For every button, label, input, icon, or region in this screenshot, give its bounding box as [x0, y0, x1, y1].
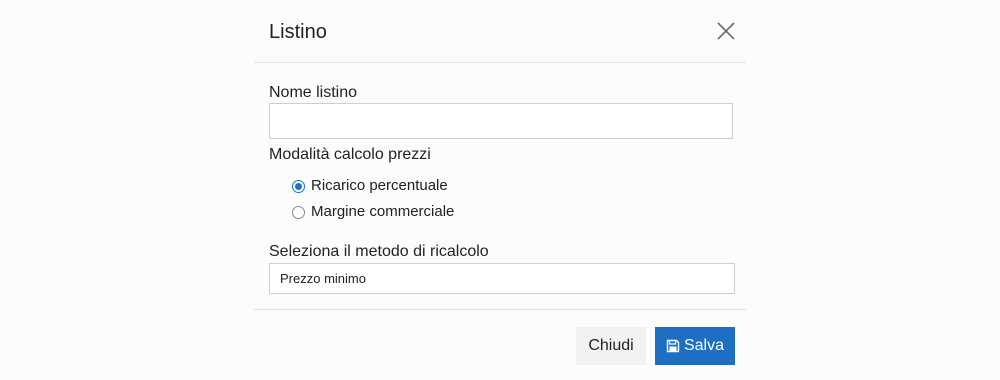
- listino-dialog: Listino Nome listino Modalità calcolo pr…: [254, 0, 746, 380]
- footer-divider: [254, 309, 746, 310]
- radio-button[interactable]: [292, 205, 305, 219]
- save-button[interactable]: Salva: [655, 327, 735, 365]
- save-label: Salva: [683, 337, 725, 354]
- recalc-label: Seleziona il metodo di ricalcolo: [269, 243, 489, 260]
- mode-label: Modalità calcolo prezzi: [269, 146, 431, 163]
- floppy-disk-icon: [666, 339, 680, 353]
- name-label: Nome listino: [269, 84, 358, 101]
- dialog-title: Listino: [269, 21, 327, 43]
- radio-ricarico-percentuale[interactable]: Ricarico percentuale: [292, 176, 448, 196]
- close-button[interactable]: Chiudi: [576, 327, 646, 365]
- close-icon[interactable]: [715, 20, 737, 42]
- radio-button-checked[interactable]: [292, 179, 305, 193]
- radio-label: Ricarico percentuale: [311, 177, 448, 194]
- recalc-method-select[interactable]: Prezzo minimo: [269, 263, 735, 294]
- radio-label: Margine commerciale: [311, 203, 455, 220]
- dialog-header: Listino: [254, 0, 746, 63]
- radio-margine-commerciale[interactable]: Margine commerciale: [292, 202, 454, 222]
- name-input[interactable]: [269, 103, 733, 139]
